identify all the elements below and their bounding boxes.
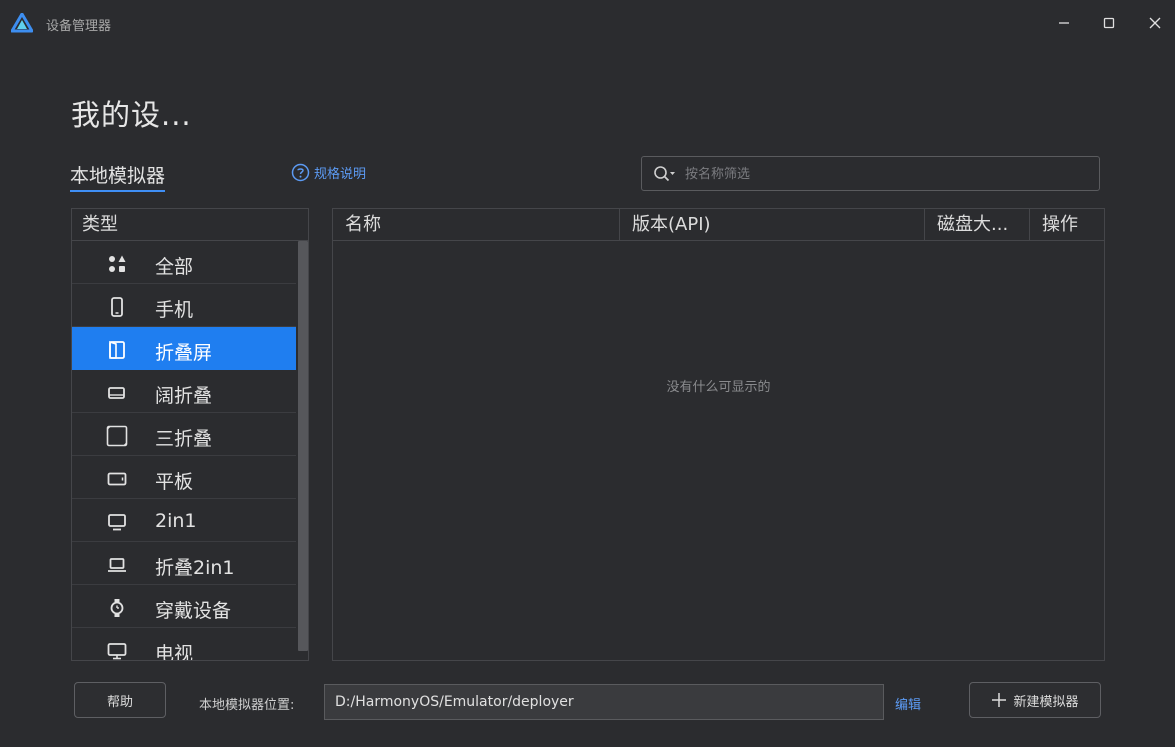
category-label: 三折叠	[155, 428, 213, 450]
category-item-all[interactable]: 全部	[72, 241, 296, 284]
tri-fold-icon	[106, 425, 128, 447]
search-input[interactable]	[685, 162, 1085, 186]
category-label: 手机	[155, 299, 194, 321]
table-header: 名称 版本(API) 磁盘大... 操作	[333, 209, 1104, 241]
page-title: 我的设...	[71, 98, 192, 132]
category-label: 折叠2in1	[155, 557, 235, 579]
watch-icon	[106, 597, 128, 619]
category-label: 阔折叠	[155, 385, 213, 407]
category-label: 穿戴设备	[155, 600, 232, 622]
foldable-icon	[106, 339, 128, 361]
close-button[interactable]	[1140, 8, 1170, 38]
plus-icon	[992, 693, 1007, 707]
category-item-tv[interactable]: 电视	[72, 628, 296, 661]
new-emulator-label: 新建模拟器	[1013, 694, 1079, 710]
maximize-icon	[1103, 17, 1115, 29]
monitor-icon	[106, 511, 128, 533]
category-label: 全部	[155, 256, 194, 278]
new-emulator-button[interactable]: 新建模拟器	[969, 682, 1101, 718]
app-logo-icon	[11, 13, 33, 33]
phone-icon	[106, 296, 128, 318]
search-box[interactable]	[641, 156, 1100, 191]
window-title: 设备管理器	[46, 19, 112, 34]
spec-link[interactable]: 规格说明	[291, 163, 366, 182]
category-panel: 类型 全部 手机 折叠屏 阔折叠 三折叠 平板 2in1 折叠2in1 穿戴设备…	[71, 208, 309, 661]
category-scrollbar[interactable]	[296, 241, 308, 660]
category-item-2in1[interactable]: 2in1	[72, 499, 296, 542]
column-header-version[interactable]: 版本(API)	[620, 209, 925, 241]
help-circle-icon	[291, 163, 310, 182]
close-icon	[1149, 17, 1161, 29]
category-label: 平板	[155, 471, 194, 493]
category-item-phone[interactable]: 手机	[72, 284, 296, 327]
device-table: 名称 版本(API) 磁盘大... 操作 没有什么可显示的	[332, 208, 1105, 661]
tablet-icon	[106, 468, 128, 490]
empty-state-message: 没有什么可显示的	[666, 380, 771, 395]
category-label: 2in1	[155, 510, 197, 532]
search-icon	[654, 166, 675, 182]
category-item-wearable[interactable]: 穿戴设备	[72, 585, 296, 628]
scrollbar-thumb[interactable]	[298, 241, 308, 651]
maximize-button[interactable]	[1094, 8, 1124, 38]
tab-local-emulator[interactable]: 本地模拟器	[70, 161, 166, 192]
wide-fold-icon	[106, 382, 128, 404]
tv-icon	[106, 640, 128, 660]
minimize-icon	[1059, 22, 1069, 24]
emulator-path-label: 本地模拟器位置:	[199, 698, 295, 713]
category-item-tablet[interactable]: 平板	[72, 456, 296, 499]
edit-path-link[interactable]: 编辑	[895, 694, 921, 713]
category-header: 类型	[72, 209, 308, 241]
all-apps-icon	[106, 253, 128, 275]
category-item-tri-fold[interactable]: 三折叠	[72, 413, 296, 456]
column-header-disk-size[interactable]: 磁盘大...	[925, 209, 1030, 241]
help-button[interactable]: 帮助	[74, 682, 166, 718]
category-item-fold-2in1[interactable]: 折叠2in1	[72, 542, 296, 585]
category-label: 电视	[155, 643, 194, 661]
category-list: 全部 手机 折叠屏 阔折叠 三折叠 平板 2in1 折叠2in1 穿戴设备 电视	[72, 241, 296, 661]
column-header-name[interactable]: 名称	[333, 209, 620, 241]
minimize-button[interactable]	[1049, 8, 1079, 38]
laptop-icon	[106, 554, 128, 576]
column-header-actions[interactable]: 操作	[1030, 209, 1104, 241]
title-bar: 设备管理器	[0, 0, 1175, 46]
device-manager-window: 设备管理器 我的设... 本地模拟器 规格说明 类型	[0, 0, 1175, 747]
emulator-path-field[interactable]	[324, 684, 884, 720]
spec-link-label: 规格说明	[314, 167, 367, 182]
category-item-wide-fold[interactable]: 阔折叠	[72, 370, 296, 413]
category-item-foldable[interactable]: 折叠屏	[72, 327, 296, 370]
category-label: 折叠屏	[155, 342, 213, 364]
